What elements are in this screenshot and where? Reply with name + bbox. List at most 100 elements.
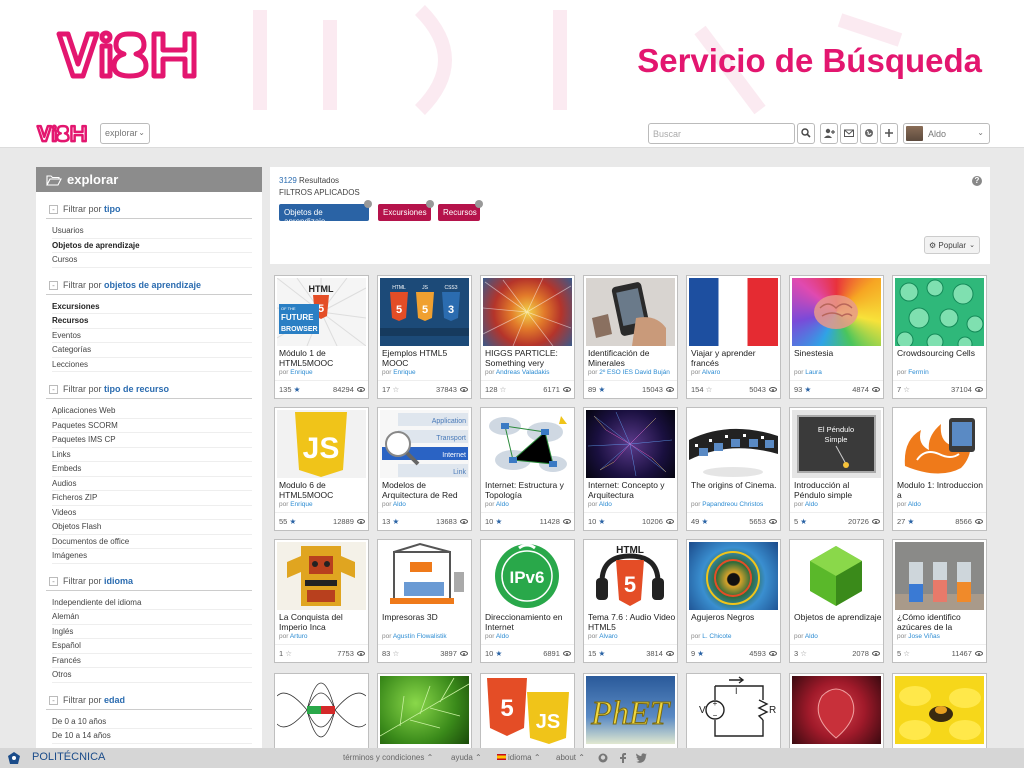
filter-item[interactable]: Alemán <box>52 610 252 625</box>
filter-item[interactable]: Ficheros ZIP <box>52 491 252 506</box>
filter-item-lecciones[interactable]: Lecciones <box>52 358 252 372</box>
star-icon[interactable]: ★ <box>495 517 502 526</box>
result-card[interactable]: El Péndulo Simple Introducción al Péndul… <box>789 407 884 531</box>
star-outline-icon[interactable]: ☆ <box>285 649 292 658</box>
star-icon[interactable]: ★ <box>598 517 605 526</box>
filter-item-usuarios[interactable]: Usuarios <box>52 224 252 239</box>
star-icon[interactable]: ★ <box>804 385 811 394</box>
user-menu-dropdown[interactable]: Aldo ⌄ <box>903 123 990 144</box>
filter-item[interactable]: Otros <box>52 668 252 683</box>
result-card[interactable]: Internet: Concepto y Arquitectura por Al… <box>583 407 678 531</box>
card-title[interactable]: Internet: Concepto y Arquitectura <box>588 480 676 500</box>
explorar-dropdown[interactable]: explorar ⌄ <box>100 123 150 144</box>
search-button[interactable] <box>797 123 815 144</box>
card-author-name[interactable]: Aldo <box>496 501 509 508</box>
star-icon[interactable]: ★ <box>697 649 704 658</box>
card-author-name[interactable]: Aldo <box>599 501 612 508</box>
add-user-button[interactable] <box>820 123 838 144</box>
filter-item[interactable]: Embeds <box>52 462 252 477</box>
globe-button[interactable] <box>860 123 878 144</box>
filter-item[interactable]: Aplicaciones Web <box>52 404 252 419</box>
result-card[interactable]: Application Transport Internet Link Mode… <box>377 407 472 531</box>
filter-item-cursos[interactable]: Cursos <box>52 253 252 268</box>
star-icon[interactable]: ★ <box>289 517 296 526</box>
filter-title-edad[interactable]: - Filtrar por edad <box>46 690 252 710</box>
card-author-name[interactable]: Aldo <box>393 501 406 508</box>
card-title[interactable]: Introducción al Péndulo simple <box>794 480 882 500</box>
filter-item[interactable]: Paquetes IMS CP <box>52 433 252 448</box>
star-outline-icon[interactable]: ☆ <box>706 385 713 394</box>
filter-title-tipo-recurso[interactable]: - Filtrar por tipo de recurso <box>46 379 252 399</box>
card-author-name[interactable]: Arturo <box>290 633 308 640</box>
result-card[interactable]: 5 JS <box>480 673 575 748</box>
star-outline-icon[interactable]: ☆ <box>903 385 910 394</box>
filter-item[interactable]: Videos <box>52 506 252 520</box>
filter-chip-excursiones[interactable]: Excursiones <box>378 200 434 221</box>
card-author-name[interactable]: Jose Viñas <box>908 633 940 640</box>
card-title[interactable]: Objetos de aprendizaje <box>794 612 882 632</box>
result-card[interactable]: HIGGS PARTICLE: Something very por Andre… <box>480 275 575 399</box>
filter-item[interactable]: Imágenes <box>52 549 252 564</box>
result-card[interactable]: IPv6 Direccionamiento en Internet por Al… <box>480 539 575 663</box>
filter-title-tipo[interactable]: - Filtrar por tipo <box>46 199 252 219</box>
star-outline-icon[interactable]: ☆ <box>392 649 399 658</box>
card-title[interactable]: Internet: Estructura y Topología <box>485 480 573 500</box>
result-card[interactable]: 5 5 3 HTML JS CSS3 Ejemplos HTML5 MOOC p… <box>377 275 472 399</box>
twitter-icon[interactable] <box>636 753 647 763</box>
card-author-name[interactable]: Aldo <box>805 501 818 508</box>
footer-language-link[interactable]: idioma ⌃ <box>497 753 541 762</box>
filter-item[interactable]: Paquetes SCORM <box>52 419 252 433</box>
card-author-name[interactable]: Fermín <box>908 369 929 376</box>
facebook-icon[interactable] <box>619 753 627 763</box>
card-author-name[interactable]: Papandreou Christos <box>702 501 763 508</box>
star-icon[interactable]: ★ <box>907 517 914 526</box>
card-author-name[interactable]: Aldo <box>908 501 921 508</box>
star-icon[interactable]: ★ <box>598 649 605 658</box>
result-card[interactable] <box>789 673 884 748</box>
result-card[interactable]: ¿Cómo identifico azúcares de la por Jose… <box>892 539 987 663</box>
result-card[interactable]: Modulo 1: Introduccion a por Aldo 27 ★ 8… <box>892 407 987 531</box>
github-icon[interactable] <box>598 753 608 763</box>
card-title[interactable]: Viajar y aprender francés <box>691 348 779 368</box>
filter-item-recursos[interactable]: Recursos <box>52 314 252 329</box>
filter-chip-objetos[interactable]: Objetos de aprendizaje <box>279 200 372 226</box>
star-icon[interactable]: ★ <box>294 385 301 394</box>
star-outline-icon[interactable]: ☆ <box>903 649 910 658</box>
card-author-name[interactable]: Agustín Flowalistik <box>393 633 447 640</box>
result-card[interactable]: Agujeros Negros por L. Chicote 9 ★ 4593 <box>686 539 781 663</box>
card-author-name[interactable]: L. Chicote <box>702 633 731 640</box>
filter-item[interactable]: Francés <box>52 654 252 668</box>
card-author-name[interactable]: Alvaro <box>702 369 720 376</box>
filter-item[interactable]: Español <box>52 639 252 654</box>
result-card[interactable]: + − V R I <box>686 673 781 748</box>
filter-item[interactable]: Independiente del idioma <box>52 596 252 610</box>
result-card[interactable]: Crowdsourcing Cells por Fermín 7 ☆ 37104 <box>892 275 987 399</box>
card-title[interactable]: Modelos de Arquitectura de Red <box>382 480 470 500</box>
card-title[interactable]: Modulo 1: Introduccion a <box>897 480 985 500</box>
card-title[interactable]: Ejemplos HTML5 MOOC <box>382 348 470 368</box>
result-card[interactable]: Internet: Estructura y Topología por Ald… <box>480 407 575 531</box>
star-icon[interactable]: ★ <box>392 517 399 526</box>
card-author-name[interactable]: Enrique <box>290 369 312 376</box>
filter-item[interactable]: Links <box>52 448 252 462</box>
create-button[interactable] <box>880 123 898 144</box>
filter-item[interactable]: Inglés <box>52 625 252 639</box>
search-input[interactable] <box>648 123 795 144</box>
result-card[interactable]: PhET <box>583 673 678 748</box>
card-title[interactable]: Crowdsourcing Cells <box>897 348 985 368</box>
card-author-name[interactable]: Andreas Valadakis <box>496 369 550 376</box>
result-card[interactable]: JS Modulo 6 de HTML5MOOC por Enrique 55 … <box>274 407 369 531</box>
card-title[interactable]: HIGGS PARTICLE: Something very <box>485 348 573 368</box>
help-icon[interactable]: ? <box>972 176 982 186</box>
card-title[interactable]: Identificación de Minerales <box>588 348 676 368</box>
filter-item[interactable]: Documentos de office <box>52 535 252 549</box>
filter-title-idioma[interactable]: - Filtrar por idioma <box>46 571 252 591</box>
remove-chip-icon[interactable] <box>475 200 483 208</box>
card-author-name[interactable]: Aldo <box>496 633 509 640</box>
filter-title-objetos[interactable]: - Filtrar por objetos de aprendizaje <box>46 275 252 295</box>
star-icon[interactable]: ★ <box>701 517 708 526</box>
card-author-name[interactable]: Álvaro <box>599 633 617 640</box>
result-card[interactable]: Impresoras 3D por Agustín Flowalistik 83… <box>377 539 472 663</box>
filter-item[interactable]: De 10 a 14 años <box>52 729 252 744</box>
filter-item[interactable]: De 0 a 10 años <box>52 715 252 729</box>
